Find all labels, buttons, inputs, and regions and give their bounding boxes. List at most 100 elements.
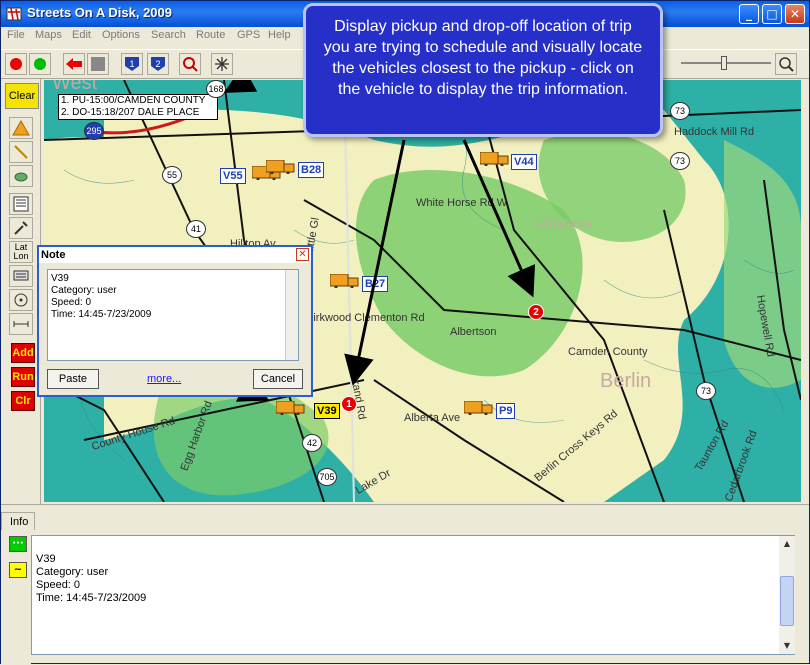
vehicle-truck-icon[interactable] — [266, 160, 296, 174]
info-line-category: Category: user — [36, 566, 109, 578]
go-green-icon[interactable] — [29, 53, 51, 75]
note-title-bar: Note ✕ — [39, 247, 311, 263]
map-label-kirkwood: Kirkwood Clementon Rd — [306, 312, 425, 324]
wrench-icon[interactable] — [9, 217, 33, 239]
gps-icon[interactable] — [211, 53, 233, 75]
record-red-icon[interactable] — [5, 53, 27, 75]
app-icon — [6, 7, 22, 21]
vehicle-label-v44[interactable]: V44 — [511, 154, 537, 170]
route-shield-42: 42 — [302, 434, 322, 452]
close-button[interactable]: ✕ — [785, 4, 805, 24]
add-button[interactable]: Add — [11, 343, 35, 363]
map-label-berlin: Berlin — [600, 370, 652, 392]
route-shield-73-mid: 73 — [670, 152, 690, 170]
info-line-time: Time: 14:45-7/23/2009 — [36, 592, 147, 604]
run-button[interactable]: Run — [11, 367, 35, 387]
route-shield-168: 168 — [206, 80, 226, 98]
route-shield-705: 705 — [317, 468, 337, 486]
polygon-tool-icon[interactable] — [9, 165, 33, 187]
trip-list[interactable]: 1. PU-15:00/CAMDEN COUNTY 2. DO-15:18/20… — [58, 94, 218, 120]
map-label-albertson: Albertson — [450, 326, 497, 338]
note-line-speed: Speed: 0 — [51, 297, 92, 308]
map-label-white-horse: White Horse Rd W — [416, 197, 508, 209]
more-link[interactable]: more... — [147, 373, 181, 385]
svg-text:1: 1 — [129, 59, 134, 69]
vehicle-label-b28[interactable]: B28 — [298, 162, 325, 178]
vehicle-truck-icon[interactable] — [330, 274, 360, 288]
route2-icon[interactable]: 2 — [147, 53, 169, 75]
vehicle-truck-icon[interactable] — [276, 401, 306, 415]
scroll-down-icon[interactable]: ▼ — [779, 638, 795, 654]
left-toolbar: Clear Lat Lon Add Run Clr — [1, 79, 41, 504]
minimize-button[interactable]: _ — [739, 4, 759, 24]
map-label-gibbsboro: Gibbsboro — [532, 216, 592, 231]
menu-gps[interactable]: GPS — [237, 29, 260, 41]
map-label-alberta: Alberta Ave — [404, 412, 461, 424]
note-scrollbar[interactable] — [285, 270, 298, 360]
note-title: Note — [41, 249, 66, 261]
menu-search[interactable]: Search — [151, 29, 186, 41]
vehicle-truck-icon[interactable] — [464, 401, 494, 415]
target-icon[interactable] — [9, 289, 33, 311]
route1-icon[interactable]: 1 — [121, 53, 143, 75]
maximize-button[interactable]: □ — [762, 4, 782, 24]
route-shield-295: 295 — [84, 122, 104, 140]
note-line-time: Time: 14:45-7/23/2009 — [51, 309, 152, 320]
info-side-tools: ··· ~ — [1, 530, 31, 665]
trip-list-item-pickup[interactable]: 1. PU-15:00/CAMDEN COUNTY — [61, 95, 217, 107]
map-label-west: West — [52, 80, 98, 94]
note-line-category: Category: user — [51, 285, 117, 296]
vehicle-label-v39-selected[interactable]: V39 — [314, 403, 340, 419]
info-scrollbar[interactable]: ▲ ▼ — [779, 536, 795, 654]
stop-icon[interactable] — [87, 53, 109, 75]
map-label-haddock-mill: Haddock Mill Rd — [674, 126, 755, 138]
menu-file[interactable]: File — [7, 29, 25, 41]
info-dots-icon[interactable]: ··· — [9, 536, 27, 552]
scroll-thumb[interactable] — [780, 576, 794, 626]
trip-list-item-dropoff[interactable]: 2. DO-15:18/207 DALE PLACE — [61, 107, 217, 119]
note-text-area[interactable]: V39 Category: user Speed: 0 Time: 14:45-… — [47, 269, 299, 361]
dropoff-marker[interactable]: 2 — [528, 304, 544, 320]
vehicle-label-b27[interactable]: B27 — [362, 276, 389, 292]
route-shield-73-north: 73 — [670, 102, 690, 120]
note-dialog: Note ✕ V39 Category: user Speed: 0 Time:… — [37, 245, 313, 397]
vehicle-label-p9[interactable]: P9 — [496, 403, 516, 419]
menu-edit[interactable]: Edit — [72, 29, 91, 41]
latlon-button[interactable]: Lat Lon — [9, 241, 33, 263]
measure-icon[interactable] — [9, 313, 33, 335]
info-wave-icon[interactable]: ~ — [9, 562, 27, 578]
menu-options[interactable]: Options — [102, 29, 140, 41]
map-label-camden-county: Camden County — [568, 346, 648, 358]
note-line-vehicle: V39 — [51, 273, 69, 284]
menu-help[interactable]: Help — [268, 29, 291, 41]
scroll-up-icon[interactable]: ▲ — [779, 536, 795, 552]
cancel-button[interactable]: Cancel — [253, 369, 303, 389]
window-title: Streets On A Disk, 2009 — [27, 5, 172, 20]
route-shield-55: 55 — [162, 166, 182, 184]
menu-route[interactable]: Route — [196, 29, 225, 41]
triangle-icon[interactable] — [9, 117, 33, 139]
vehicle-truck-icon[interactable] — [480, 152, 510, 166]
clr-button[interactable]: Clr — [11, 391, 35, 411]
route-shield-73-south: 73 — [696, 382, 716, 400]
instruction-callout: Display pickup and drop-off location of … — [303, 3, 663, 137]
zoom-icon[interactable] — [179, 53, 201, 75]
pickup-marker[interactable]: 1 — [341, 396, 357, 412]
keyboard-icon[interactable] — [9, 265, 33, 287]
line-tool-icon[interactable] — [9, 141, 33, 163]
zoom-slider[interactable] — [681, 56, 771, 70]
back-arrow-icon[interactable] — [63, 53, 85, 75]
zoom-fit-icon[interactable] — [775, 53, 797, 75]
route-shield-41: 41 — [186, 220, 206, 238]
note-close-icon[interactable]: ✕ — [296, 248, 309, 261]
text-list-icon[interactable] — [9, 193, 33, 215]
app-window: Streets On A Disk, 2009 _ □ ✕ File Maps … — [0, 0, 810, 665]
info-splitter[interactable] — [1, 504, 809, 516]
clear-button[interactable]: Clear — [5, 83, 39, 109]
info-tab[interactable]: Info — [1, 512, 35, 530]
paste-button[interactable]: Paste — [47, 369, 99, 389]
info-text-area[interactable]: V39 Category: user Speed: 0 Time: 14:45-… — [31, 535, 795, 655]
vehicle-label-v55[interactable]: V55 — [220, 168, 246, 184]
menu-maps[interactable]: Maps — [35, 29, 62, 41]
info-line-vehicle: V39 — [36, 553, 56, 565]
